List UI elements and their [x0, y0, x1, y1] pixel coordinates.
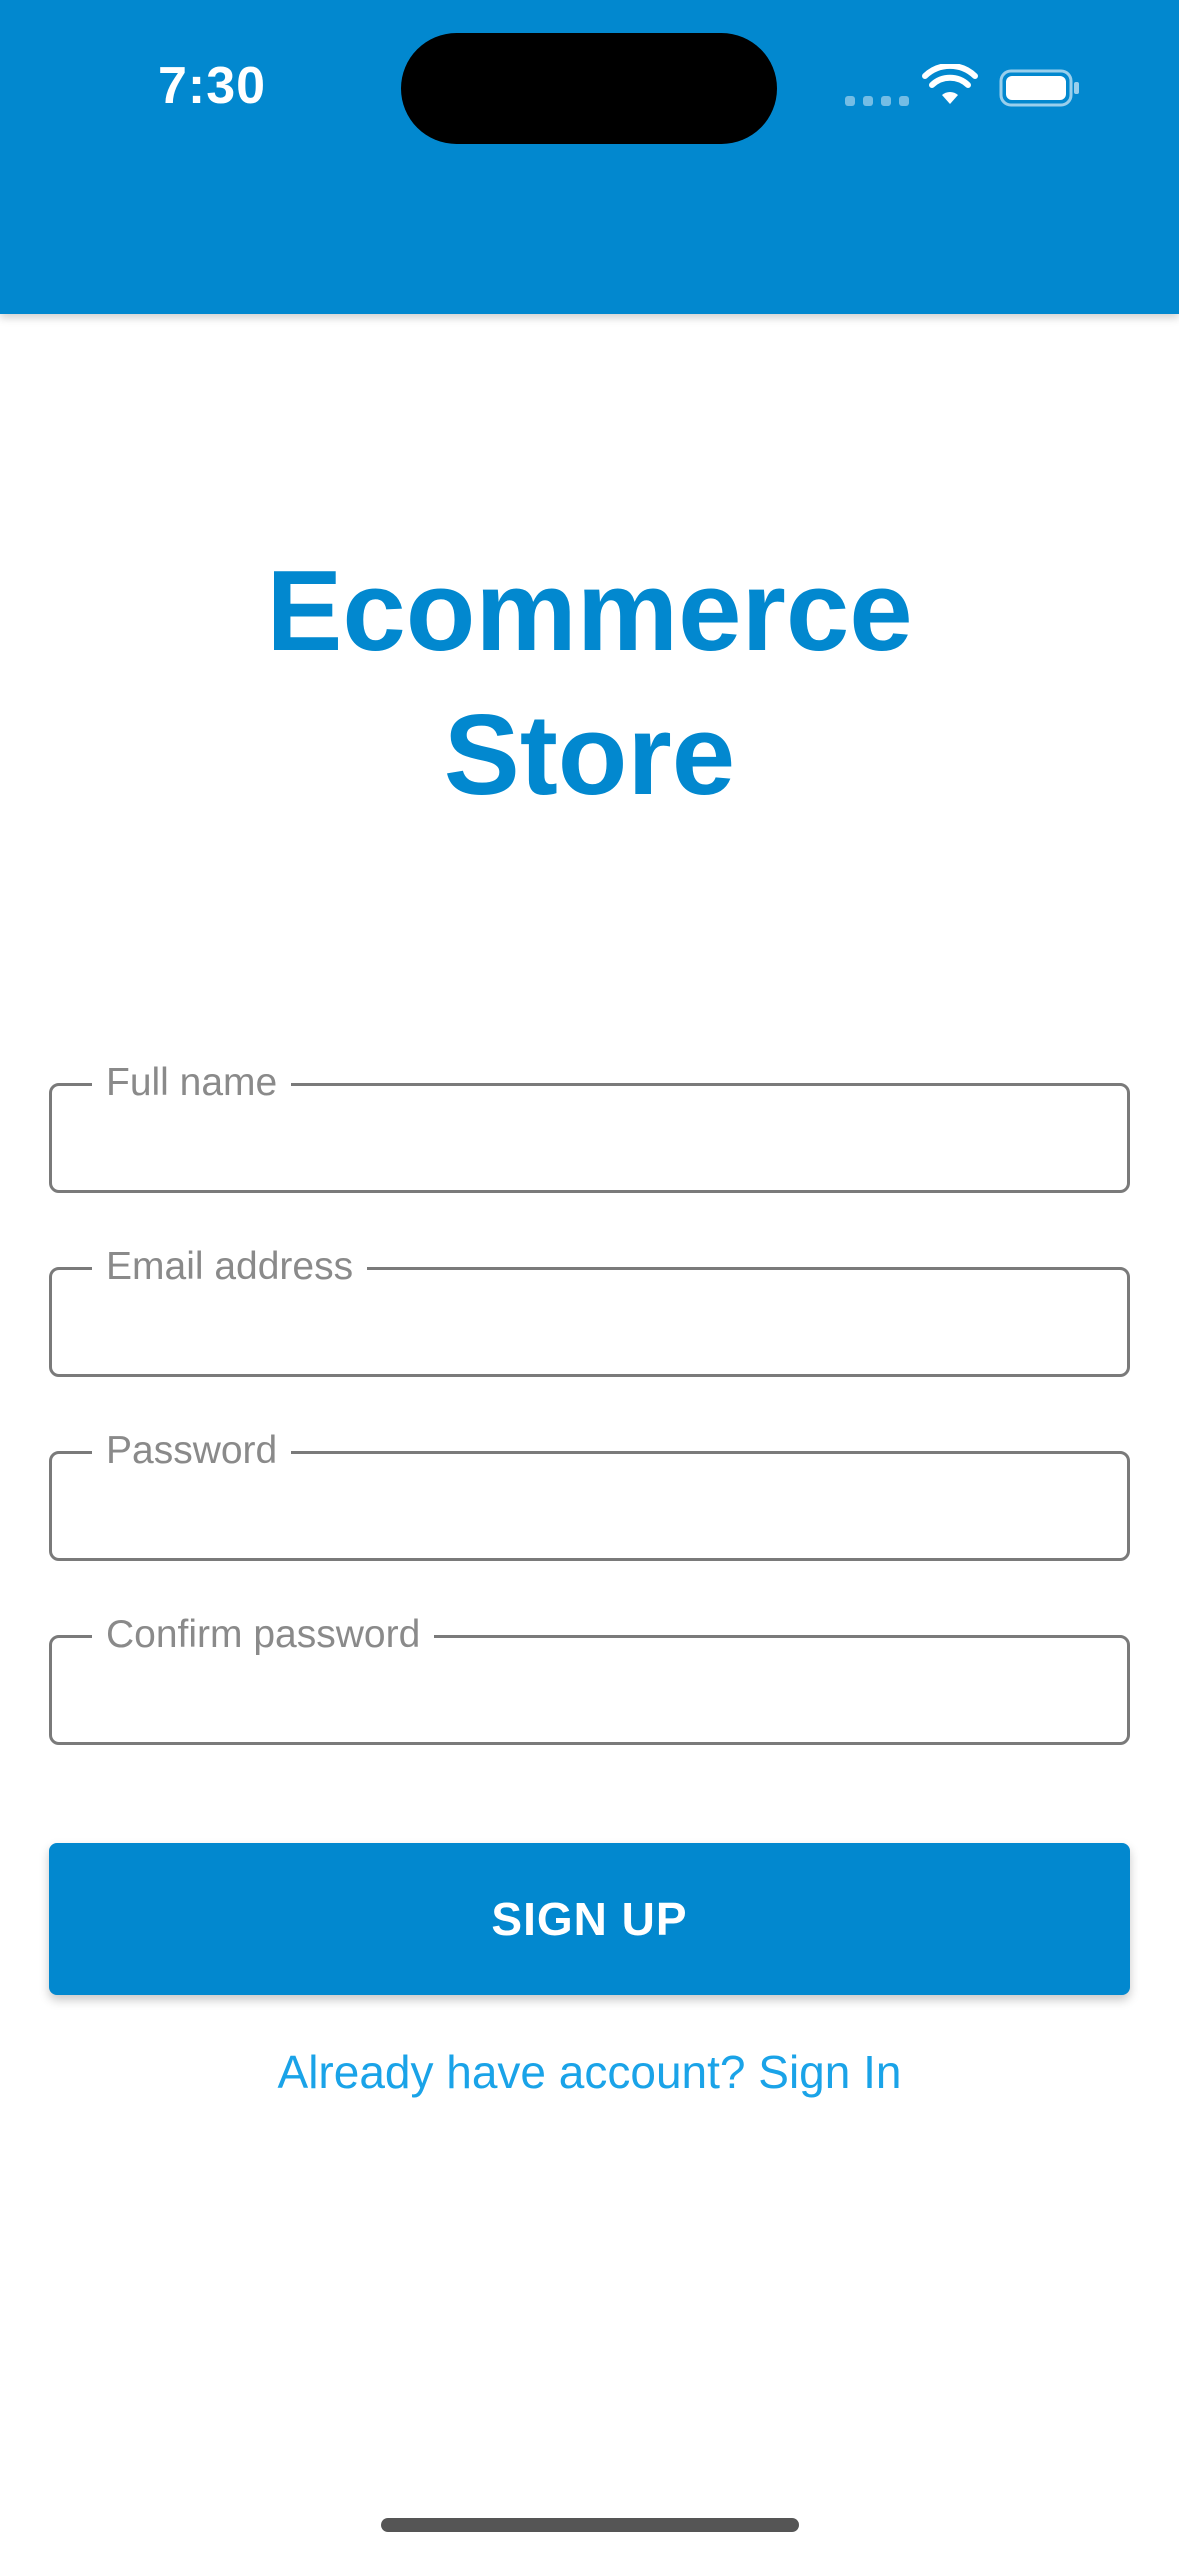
dynamic-island	[401, 33, 777, 144]
title-line-2: Store	[443, 692, 736, 819]
status-time: 7:30	[158, 57, 267, 115]
email-label: Email address	[92, 1244, 368, 1290]
wifi-icon	[922, 64, 978, 104]
page-title: Ecommerce Store	[0, 540, 1179, 828]
signup-screen: 7:30 Ecommerce Store Full name Email add…	[0, 0, 1179, 2556]
home-indicator	[381, 2518, 799, 2532]
signal-icon	[845, 96, 909, 106]
full-name-input[interactable]	[72, 1106, 1107, 1170]
sign-in-link[interactable]: Already have account? Sign In	[0, 2040, 1179, 2104]
confirm-password-field[interactable]: Confirm password	[49, 1612, 1130, 1745]
battery-icon	[999, 69, 1079, 107]
title-line-1: Ecommerce	[266, 548, 913, 675]
email-field[interactable]: Email address	[49, 1244, 1130, 1377]
app-header: 7:30	[0, 0, 1179, 314]
sign-up-button[interactable]: SIGN UP	[49, 1843, 1130, 1995]
password-input[interactable]	[72, 1474, 1107, 1538]
full-name-field[interactable]: Full name	[49, 1060, 1130, 1193]
full-name-label: Full name	[92, 1060, 292, 1106]
confirm-password-input[interactable]	[72, 1658, 1107, 1722]
confirm-password-label: Confirm password	[92, 1612, 435, 1658]
email-input[interactable]	[72, 1290, 1107, 1354]
password-field[interactable]: Password	[49, 1428, 1130, 1561]
password-label: Password	[92, 1428, 292, 1474]
